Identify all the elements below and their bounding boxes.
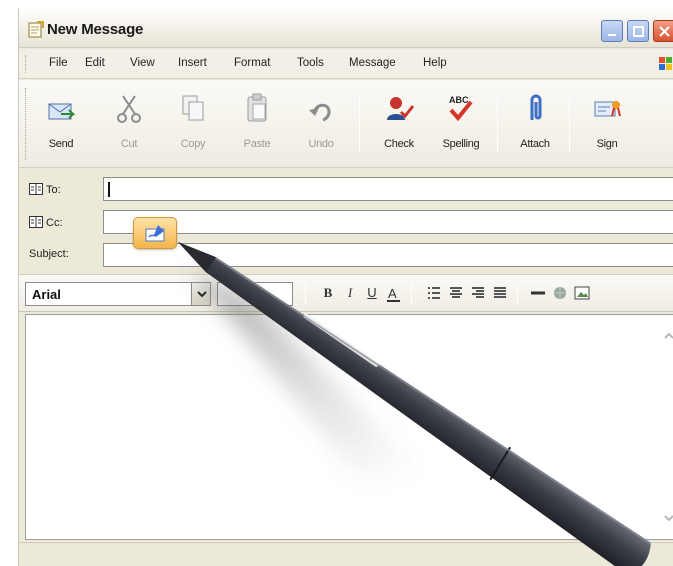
copy-icon [177,92,209,126]
align-center-button[interactable] [447,285,465,303]
copy-button[interactable]: Copy [165,88,221,160]
address-book-icon [29,216,43,231]
horizontal-line-button[interactable] [529,285,547,303]
cc-input[interactable] [103,210,673,234]
toolbar-separator [497,96,498,152]
status-bar [19,542,673,566]
bold-button[interactable]: B [319,285,337,303]
toolbar-separator [359,96,360,152]
insert-picture-button[interactable] [573,285,591,303]
menu-format[interactable]: Format [234,57,270,69]
subject-input[interactable] [103,243,673,267]
undo-button[interactable]: Undo [293,88,349,160]
italic-button[interactable]: I [341,285,359,303]
underline-button[interactable]: U [363,285,381,303]
text-caret [108,182,110,197]
toolbar-separator [569,96,570,152]
check-names-button[interactable]: Check [371,88,427,160]
windows-logo-icon [659,56,673,75]
svg-text:A: A [388,286,397,301]
menu-view[interactable]: View [130,57,155,69]
numbering-button[interactable] [425,285,443,303]
title-bar[interactable]: New Message [19,8,673,48]
scroll-up-icon[interactable] [664,329,673,343]
paste-button[interactable]: Paste [229,88,285,160]
paperclip-icon [519,92,551,126]
formatting-toolbar: Arial B I U A [19,274,673,312]
maximize-button[interactable] [627,20,649,42]
handwriting-input-icon[interactable] [133,217,177,249]
menu-help[interactable]: Help [423,57,447,69]
menu-insert[interactable]: Insert [178,57,207,69]
menubar-grip[interactable] [25,55,28,73]
to-label[interactable]: To: [29,183,61,198]
window-title: New Message [47,21,144,38]
sign-button[interactable]: Sign [579,88,635,160]
paste-icon [241,92,273,126]
font-dropdown-button[interactable] [191,282,211,306]
cut-button[interactable]: Cut [101,88,157,160]
subject-label: Subject: [29,248,69,260]
attach-button[interactable]: Attach [507,88,563,160]
address-book-icon [29,183,43,198]
spelling-icon: ABC [445,92,477,126]
main-toolbar: Send Cut Copy Paste Undo Check ABC Spell… [19,80,673,168]
menu-tools[interactable]: Tools [297,57,324,69]
message-headers: To: Cc: Subject: [19,169,673,273]
send-button[interactable]: Send [33,88,89,160]
align-right-button[interactable] [469,285,487,303]
scissors-icon [113,92,145,126]
toolbar-grip[interactable] [25,88,28,160]
svg-text:ABC: ABC [449,95,469,105]
font-color-button[interactable]: A [385,285,403,303]
justify-button[interactable] [491,285,509,303]
to-input[interactable] [103,177,673,201]
format-separator [411,283,412,305]
format-separator [305,283,306,305]
minimize-button[interactable] [601,20,623,42]
new-message-icon [27,20,45,41]
message-body[interactable] [25,314,673,540]
menu-message[interactable]: Message [349,57,396,69]
menu-bar: File Edit View Insert Format Tools Messa… [19,49,673,79]
font-name-select[interactable]: Arial [25,282,211,306]
menu-file[interactable]: File [49,57,68,69]
cc-label[interactable]: Cc: [29,216,63,231]
scroll-down-icon[interactable] [664,511,673,525]
close-button[interactable] [653,20,673,42]
send-icon [45,92,77,126]
new-message-window: New Message File Edit View Insert Format… [18,8,673,566]
font-name-value: Arial [32,287,61,302]
spelling-button[interactable]: ABC Spelling [433,88,489,160]
insert-hyperlink-button[interactable] [551,285,569,303]
menu-edit[interactable]: Edit [85,57,105,69]
undo-icon [305,92,337,126]
font-size-select[interactable] [217,282,293,306]
check-names-icon [383,92,415,126]
format-separator [517,283,518,305]
sign-icon [591,92,623,126]
